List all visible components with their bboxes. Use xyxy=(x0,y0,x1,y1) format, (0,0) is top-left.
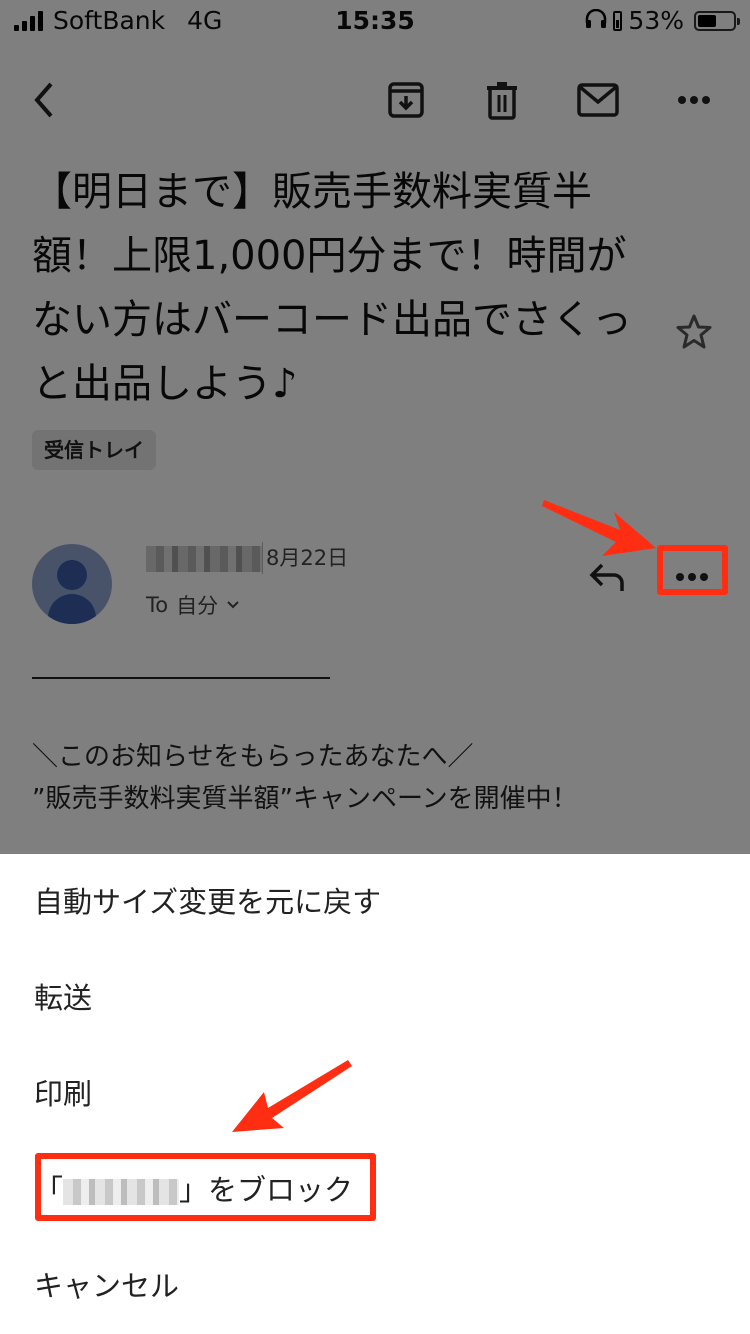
annotation-highlight-block xyxy=(35,1153,376,1221)
action-sheet: 自動サイズ変更を元に戻す 転送 印刷 「」をブロック キャンセル xyxy=(0,854,750,1334)
action-revert-auto-resize[interactable]: 自動サイズ変更を元に戻す xyxy=(34,872,381,932)
annotation-arrow-icon xyxy=(542,500,656,556)
annotation-arrow-icon xyxy=(232,1060,352,1132)
action-cancel[interactable]: キャンセル xyxy=(34,1256,179,1316)
annotation-highlight-more xyxy=(657,545,728,595)
modal-backdrop[interactable] xyxy=(0,0,750,854)
action-print[interactable]: 印刷 xyxy=(34,1064,92,1124)
action-forward[interactable]: 転送 xyxy=(34,968,92,1028)
